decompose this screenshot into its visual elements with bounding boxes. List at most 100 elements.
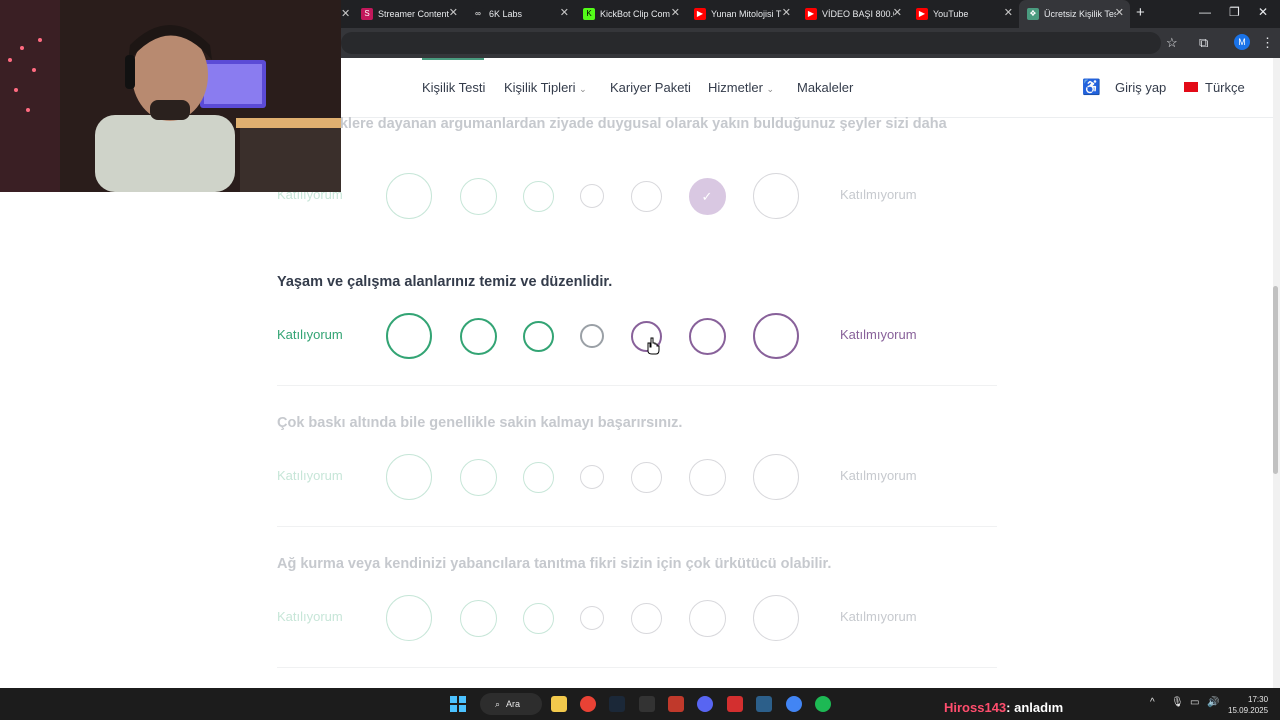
tab-close-icon[interactable]: ✕ <box>893 7 902 19</box>
browser-tab[interactable]: ▶ YouTube ✕ <box>908 0 1019 28</box>
tab-close-icon[interactable]: ✕ <box>449 7 458 19</box>
tab-close-icon[interactable]: ✕ <box>1004 7 1013 19</box>
nav-personality-test[interactable]: Kişilik Testi <box>422 80 485 95</box>
tab-favicon-icon: ▶ <box>916 8 928 20</box>
answer-option-agree-slight[interactable] <box>522 602 554 634</box>
menu-dots-icon[interactable]: ⋮ <box>1261 35 1274 51</box>
answer-option-disagree-strong[interactable] <box>753 313 799 359</box>
epic-games-icon[interactable] <box>639 696 655 712</box>
nav-services[interactable]: Hizmetler ⌄ <box>708 80 774 95</box>
chrome-icon[interactable] <box>580 696 596 712</box>
address-bar[interactable] <box>341 32 1161 54</box>
answer-option-disagree-strong[interactable] <box>753 595 799 641</box>
answer-option-selected[interactable]: ✓ <box>688 177 726 215</box>
answer-option-neutral[interactable] <box>580 465 604 489</box>
mouse-cursor-icon <box>647 337 660 355</box>
windows-start-icon[interactable] <box>450 696 466 712</box>
answer-option-disagree-slight[interactable] <box>630 602 662 634</box>
agree-label: Katılıyorum <box>277 327 343 342</box>
nav-articles[interactable]: Makaleler <box>797 80 853 95</box>
steam-icon[interactable] <box>609 696 625 712</box>
answer-option-agree-medium[interactable] <box>459 177 497 215</box>
answer-option-agree-strong[interactable] <box>386 313 432 359</box>
new-tab-icon[interactable]: + <box>1136 4 1145 21</box>
webcam-overlay <box>0 0 341 192</box>
tab-close-icon[interactable]: ✕ <box>671 7 680 19</box>
answer-option-agree-strong[interactable] <box>386 454 432 500</box>
nav-career-package[interactable]: Kariyer Paketi <box>610 80 691 95</box>
volume-icon[interactable]: 🔊 <box>1207 697 1219 708</box>
tab-title: Yunan Mitolojisi T <box>711 9 782 19</box>
taskbar-search[interactable]: ⌕ Ara <box>480 693 542 715</box>
language-selector[interactable]: Türkçe <box>1205 80 1245 95</box>
answer-option-agree-medium[interactable] <box>459 317 497 355</box>
browser-tab[interactable]: S Streamer Content ✕ <box>353 0 464 28</box>
browser-tab[interactable]: K KickBot Clip Com ✕ <box>575 0 686 28</box>
answer-option-agree-medium[interactable] <box>459 458 497 496</box>
tab-favicon-icon: ▶ <box>694 8 706 20</box>
question-text: Çok baskı altında bile genellikle sakin … <box>277 415 683 431</box>
answer-option-disagree-strong[interactable] <box>753 173 799 219</box>
clock-time: 17:30 <box>1248 695 1269 704</box>
tab-close-icon[interactable]: ✕ <box>560 7 569 19</box>
answer-option-disagree-slight[interactable] <box>630 180 662 212</box>
tab-title: 6K Labs <box>489 9 523 19</box>
scrollbar-thumb[interactable] <box>1273 286 1278 474</box>
stream-chat-message: Hiross143: anladım <box>944 700 1063 715</box>
microphone-icon[interactable]: 🎙 <box>1171 697 1184 708</box>
app-icon[interactable] <box>756 696 772 712</box>
browser-tab[interactable]: ▶ Yunan Mitolojisi T ✕ <box>686 0 797 28</box>
game-app-icon[interactable] <box>668 696 684 712</box>
spotify-icon[interactable] <box>815 696 831 712</box>
discord-icon[interactable] <box>697 696 713 712</box>
answer-option-neutral[interactable] <box>580 184 604 208</box>
answer-option-disagree-medium[interactable] <box>688 317 726 355</box>
question-divider <box>277 667 997 668</box>
chat-username: Hiross143 <box>944 700 1007 715</box>
question-divider <box>277 385 997 386</box>
tab-close-icon[interactable]: ✕ <box>782 7 791 19</box>
answer-option-disagree-slight[interactable] <box>630 461 662 493</box>
answer-scale: Katılıyorum Katılmıyorum <box>277 311 997 361</box>
tab-favicon-icon: S <box>361 8 373 20</box>
page-scrollbar[interactable] <box>1273 58 1280 688</box>
nav-personality-types-label: Kişilik Tipleri <box>504 80 576 95</box>
chevron-down-icon: ⌄ <box>766 84 775 94</box>
tab-close-icon[interactable]: ✕ <box>1115 7 1124 19</box>
close-window-icon[interactable]: ✕ <box>1258 5 1268 19</box>
question-text: Ağ kurma veya kendinizi yabancılara tanı… <box>277 556 832 572</box>
answer-option-agree-slight[interactable] <box>522 180 554 212</box>
tab-favicon-icon: ∞ <box>472 8 484 20</box>
chrome-active-icon[interactable] <box>786 696 802 712</box>
browser-tab[interactable]: ▶ VİDEO BAŞI 800.0 ✕ <box>797 0 908 28</box>
tab-title: KickBot Clip Com <box>600 9 671 19</box>
answer-option-agree-medium[interactable] <box>459 599 497 637</box>
answer-option-agree-slight[interactable] <box>522 461 554 493</box>
browser-tab-active[interactable]: ❖ Ücretsiz Kişilik Tes ✕ <box>1019 0 1130 28</box>
answer-option-disagree-medium[interactable] <box>688 458 726 496</box>
browser-tab[interactable]: ∞ 6K Labs ✕ <box>464 0 575 28</box>
question-divider <box>277 526 997 527</box>
system-clock[interactable]: 17:30 15.09.2025 <box>1228 694 1268 716</box>
nav-personality-types[interactable]: Kişilik Tipleri ⌄ <box>504 80 587 95</box>
file-explorer-icon[interactable] <box>551 696 567 712</box>
answer-option-neutral[interactable] <box>580 606 604 630</box>
answer-option-agree-strong[interactable] <box>386 595 432 641</box>
answer-option-neutral[interactable] <box>580 324 604 348</box>
disagree-label: Katılmıyorum <box>840 468 917 483</box>
answer-option-disagree-medium[interactable] <box>688 599 726 637</box>
answer-option-agree-strong[interactable] <box>386 173 432 219</box>
maximize-icon[interactable]: ❐ <box>1229 5 1240 19</box>
network-icon[interactable]: ▭ <box>1190 697 1199 708</box>
answer-option-agree-slight[interactable] <box>522 320 554 352</box>
bookmark-star-icon[interactable]: ☆ <box>1166 35 1178 51</box>
answer-option-disagree-strong[interactable] <box>753 454 799 500</box>
app-icon[interactable] <box>727 696 743 712</box>
accessibility-icon[interactable]: ♿ <box>1082 78 1101 96</box>
profile-avatar[interactable]: M <box>1234 34 1250 50</box>
tray-chevron-icon[interactable]: ^ <box>1150 697 1155 708</box>
minimize-icon[interactable]: — <box>1199 5 1211 19</box>
login-link[interactable]: Giriş yap <box>1115 80 1166 95</box>
webcam-image <box>0 0 341 192</box>
extensions-icon[interactable]: ⧉ <box>1199 35 1208 51</box>
